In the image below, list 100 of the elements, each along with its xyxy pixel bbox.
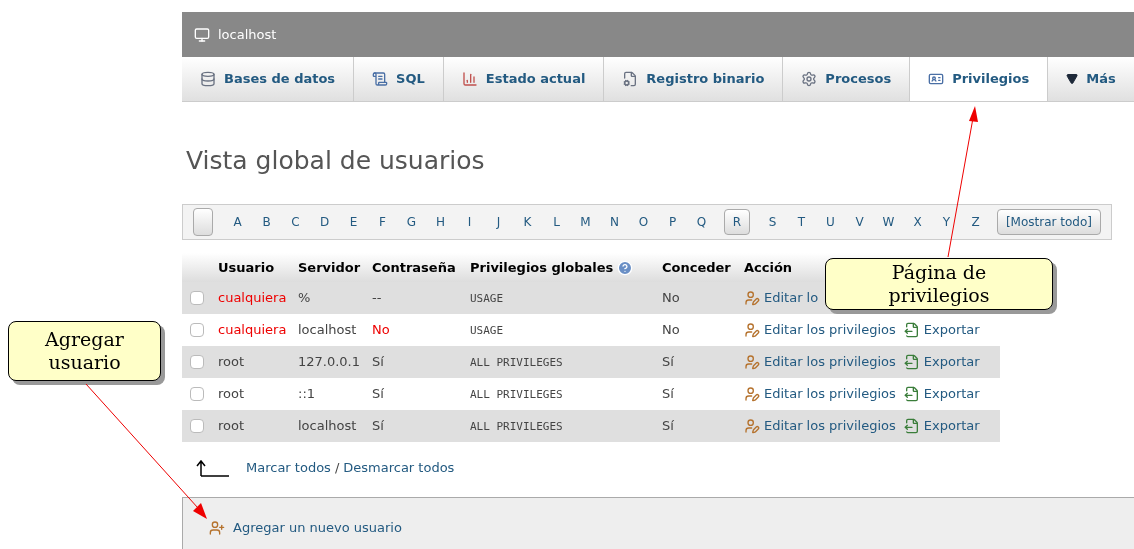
edit-privileges-link[interactable]: Editar los privilegios: [764, 416, 896, 436]
letter-link[interactable]: J: [484, 213, 513, 231]
grant-cell: Sí: [662, 418, 674, 434]
blank-button[interactable]: [193, 208, 213, 236]
letter-link[interactable]: X: [903, 213, 932, 231]
user-edit-icon: [744, 290, 760, 306]
letter-link[interactable]: R: [724, 209, 750, 235]
export-icon: [903, 322, 920, 338]
edit-privileges-link[interactable]: Editar los privilegios: [764, 320, 896, 340]
letter-link[interactable]: O: [629, 213, 658, 231]
user-cell: root: [218, 354, 245, 370]
letter-link[interactable]: D: [310, 213, 339, 231]
grant-cell: No: [662, 322, 680, 338]
card-icon: [928, 71, 945, 87]
grant-cell: No: [662, 290, 680, 306]
privileges-cell: USAGE: [470, 292, 504, 306]
password-cell: Sí: [372, 386, 384, 402]
nav-tab[interactable]: Estado actual: [443, 57, 605, 101]
letter-link[interactable]: M: [571, 213, 600, 231]
nav-tab[interactable]: Registro binario: [604, 57, 784, 101]
user-cell: cualquiera: [218, 322, 287, 338]
user-cell: root: [218, 386, 245, 402]
user-cell: cualquiera: [218, 290, 287, 306]
server-icon: [194, 26, 210, 43]
scroll-icon: [372, 71, 389, 87]
host-cell: 127.0.0.1: [298, 354, 361, 370]
grant-cell: Sí: [662, 354, 674, 370]
letter-link[interactable]: Z: [961, 213, 990, 231]
export-link[interactable]: Exportar: [923, 320, 980, 340]
column-header: Acción: [744, 258, 793, 277]
column-header: Privilegios globales: [470, 258, 614, 277]
export-link[interactable]: Exportar: [923, 416, 980, 436]
letter-link[interactable]: U: [816, 213, 845, 231]
letter-link[interactable]: E: [339, 213, 368, 231]
export-icon: [903, 354, 920, 370]
letter-link[interactable]: I: [455, 213, 484, 231]
letter-link[interactable]: G: [397, 213, 426, 231]
letter-link[interactable]: B: [252, 213, 281, 231]
column-header: Conceder: [662, 258, 731, 277]
letter-link[interactable]: W: [874, 213, 903, 231]
letter-link[interactable]: P: [658, 213, 687, 231]
link-separator: /: [334, 459, 340, 478]
user-add-icon: [209, 519, 225, 536]
edit-privileges-link[interactable]: Editar lo: [764, 288, 819, 308]
privileges-cell: USAGE: [470, 324, 504, 338]
host-cell: localhost: [298, 322, 357, 338]
password-cell: Sí: [372, 418, 384, 434]
row-checkbox[interactable]: [190, 323, 204, 337]
letter-link[interactable]: Y: [932, 213, 961, 231]
letter-link[interactable]: A: [223, 213, 252, 231]
host-cell: %: [298, 290, 311, 306]
letter-link[interactable]: Q: [687, 213, 716, 231]
letter-link[interactable]: C: [281, 213, 310, 231]
export-icon: [903, 418, 920, 434]
edit-privileges-link[interactable]: Editar los privilegios: [764, 352, 896, 372]
help-icon[interactable]: [617, 259, 634, 276]
column-header: Servidor: [298, 258, 361, 277]
row-checkbox[interactable]: [190, 419, 204, 433]
mark-all-link[interactable]: Marcar todos: [246, 458, 331, 478]
export-icon: [903, 386, 920, 402]
privileges-cell: ALL PRIVILEGES: [470, 420, 563, 434]
letter-link[interactable]: S: [758, 213, 787, 231]
privileges-cell: ALL PRIVILEGES: [470, 388, 563, 402]
document-gear-icon: [622, 71, 639, 87]
password-cell: --: [372, 290, 382, 306]
password-cell: Sí: [372, 354, 384, 370]
nav-tab[interactable]: SQL: [354, 57, 444, 101]
user-edit-icon: [744, 418, 760, 434]
letter-link[interactable]: H: [426, 213, 455, 231]
row-checkbox[interactable]: [190, 355, 204, 369]
nav-tab[interactable]: Más: [1048, 57, 1134, 101]
user-edit-icon: [744, 322, 760, 338]
gear-icon: [801, 71, 818, 87]
host-cell: localhost: [298, 418, 357, 434]
user-edit-icon: [744, 354, 760, 370]
letter-link[interactable]: T: [787, 213, 816, 231]
letter-link[interactable]: N: [600, 213, 629, 231]
edit-privileges-link[interactable]: Editar los privilegios: [764, 384, 896, 404]
nav-tab[interactable]: Privilegios: [910, 57, 1049, 101]
host-cell: ::1: [298, 386, 316, 402]
letter-link[interactable]: K: [513, 213, 542, 231]
show-all-button[interactable]: [Mostrar todo]: [996, 209, 1101, 235]
password-cell: No: [372, 322, 390, 338]
caret-icon: [1066, 73, 1079, 85]
nav-tab[interactable]: Bases de datos: [182, 57, 355, 101]
row-checkbox[interactable]: [190, 387, 204, 401]
unmark-all-link[interactable]: Desmarcar todos: [343, 458, 455, 478]
user-cell: root: [218, 418, 245, 434]
add-user-link[interactable]: Agregar un nuevo usuario: [233, 517, 402, 538]
up-arrow-icon: [194, 459, 230, 477]
row-checkbox[interactable]: [190, 291, 204, 305]
bar-chart-icon: [461, 71, 478, 87]
letter-link[interactable]: V: [845, 213, 874, 231]
user-edit-icon: [744, 386, 760, 402]
grant-cell: Sí: [662, 386, 674, 402]
window-title: localhost: [218, 25, 277, 44]
letter-link[interactable]: F: [368, 213, 397, 231]
export-link[interactable]: Exportar: [923, 352, 980, 372]
export-link[interactable]: Exportar: [923, 384, 980, 404]
letter-link[interactable]: L: [542, 213, 571, 231]
